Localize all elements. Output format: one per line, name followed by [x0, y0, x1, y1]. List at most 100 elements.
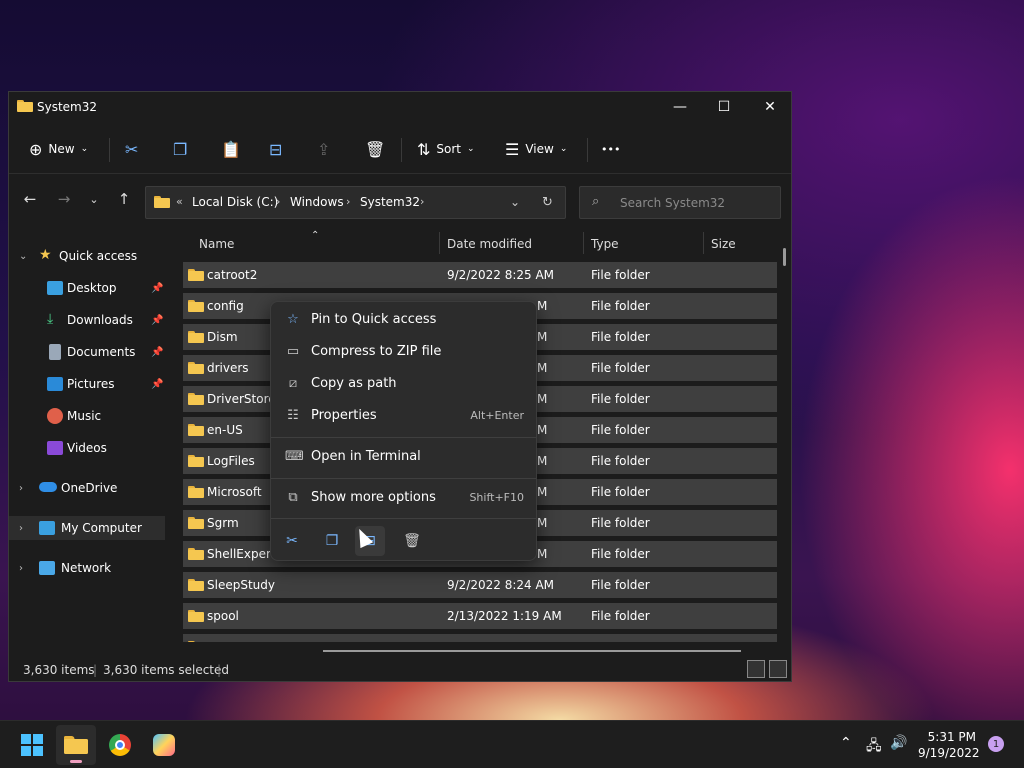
- sidebar-item-pictures[interactable]: Pictures 📌: [9, 372, 165, 396]
- network-status-icon[interactable]: 🖧: [866, 735, 882, 759]
- breadcrumb-separator[interactable]: ›: [420, 195, 424, 208]
- file-type: File folder: [591, 454, 650, 468]
- folder-icon: [17, 100, 33, 112]
- address-bar[interactable]: « Local Disk (C:) › Windows › System32 ›…: [145, 186, 566, 219]
- refresh-icon[interactable]: ↻: [542, 195, 553, 210]
- taskbar-file-explorer[interactable]: [56, 725, 96, 765]
- menu-delete-button[interactable]: 🗑: [397, 526, 427, 556]
- sidebar-item-music[interactable]: Music: [9, 404, 165, 428]
- sidebar-item-quick-access[interactable]: ⌄ ★ Quick access: [9, 244, 165, 268]
- share-button[interactable]: ⇪: [317, 134, 336, 164]
- title-bar[interactable]: System32 — ☐ ✕: [9, 92, 791, 124]
- file-date: M: [537, 392, 548, 406]
- taskbar-paint[interactable]: [144, 725, 184, 765]
- cut-button[interactable]: ✂: [125, 134, 144, 164]
- menu-item-show-more-options[interactable]: ⧉ Show more options Shift+F10: [275, 483, 534, 513]
- sidebar-item-onedrive[interactable]: › OneDrive: [9, 476, 165, 500]
- overflow-chevron[interactable]: «: [176, 195, 183, 208]
- pin-icon[interactable]: 📌: [151, 347, 163, 358]
- column-name[interactable]: Name: [199, 237, 234, 251]
- breadcrumb-system32[interactable]: System32: [360, 195, 420, 209]
- sort-button[interactable]: ⇅ Sort ⌄: [417, 134, 475, 164]
- folder-icon: [188, 331, 204, 343]
- breadcrumb-separator[interactable]: ›: [346, 195, 350, 208]
- address-dropdown-icon[interactable]: ⌄: [510, 195, 520, 209]
- breadcrumb-separator[interactable]: ›: [276, 195, 280, 208]
- sidebar-item-network[interactable]: › Network: [9, 556, 165, 580]
- up-button[interactable]: ↑: [111, 186, 137, 212]
- pin-icon[interactable]: 📌: [151, 283, 163, 294]
- copy-button[interactable]: ❐: [173, 134, 193, 164]
- breadcrumb-windows[interactable]: Windows: [290, 195, 344, 209]
- menu-item-pin-quick-access[interactable]: ☆ Pin to Quick access: [275, 305, 534, 335]
- pin-icon[interactable]: 📌: [151, 315, 163, 326]
- column-size[interactable]: Size: [711, 237, 736, 251]
- folder-icon: [188, 486, 204, 498]
- menu-divider: [271, 437, 536, 438]
- file-date: M: [537, 423, 548, 437]
- sidebar-item-label: Videos: [67, 441, 107, 455]
- notification-badge[interactable]: 1: [988, 736, 1004, 752]
- recent-locations-button[interactable]: ⌄: [81, 186, 107, 212]
- clock[interactable]: 5:31 PM 9/19/2022: [918, 729, 980, 761]
- computer-icon: [39, 521, 55, 535]
- column-type[interactable]: Type: [591, 237, 619, 251]
- more-options-button[interactable]: •••: [601, 134, 620, 164]
- rename-button[interactable]: ⊟: [269, 134, 288, 164]
- table-row[interactable]: spool 2/13/2022 1:19 AM File folder: [183, 603, 777, 629]
- menu-item-copy-as-path[interactable]: ⧄ Copy as path: [275, 369, 534, 399]
- maximize-button[interactable]: ☐: [701, 92, 747, 122]
- menu-item-label: Open in Terminal: [311, 449, 421, 464]
- column-divider[interactable]: [583, 232, 584, 254]
- menu-item-compress-zip[interactable]: ▭ Compress to ZIP file: [275, 337, 534, 367]
- pin-icon[interactable]: 📌: [151, 379, 163, 390]
- chevron-right-icon: ›: [19, 562, 23, 574]
- file-type: File folder: [591, 547, 650, 561]
- navigation-pane: ⌄ ★ Quick access Desktop 📌 ⤓ Downloads 📌…: [9, 228, 167, 648]
- volume-icon[interactable]: 🔊: [890, 735, 907, 751]
- tiles-view-button[interactable]: [769, 660, 787, 678]
- table-row[interactable]: SleepStudy 9/2/2022 8:24 AM File folder: [183, 572, 777, 598]
- menu-copy-button[interactable]: ❐: [317, 526, 347, 556]
- start-button[interactable]: [12, 725, 52, 765]
- new-button[interactable]: ⊕ New ⌄: [29, 134, 88, 164]
- forward-button[interactable]: →: [51, 186, 77, 212]
- sidebar-item-documents[interactable]: Documents 📌: [9, 340, 165, 364]
- chevron-up-icon[interactable]: ⌃: [840, 735, 852, 751]
- file-date: M: [537, 361, 548, 375]
- menu-item-open-terminal[interactable]: ⌨ Open in Terminal: [275, 442, 534, 472]
- properties-icon: ☷: [287, 408, 299, 423]
- menu-item-label: Pin to Quick access: [311, 312, 437, 327]
- column-divider[interactable]: [439, 232, 440, 254]
- search-box[interactable]: ⌕ Search System32: [579, 186, 781, 219]
- table-row[interactable]: catroot2 9/2/2022 8:25 AM File folder: [183, 262, 777, 288]
- menu-cut-button[interactable]: ✂: [277, 526, 307, 556]
- menu-item-properties[interactable]: ☷ Properties Alt+Enter: [275, 401, 534, 431]
- sidebar-item-videos[interactable]: Videos: [9, 436, 165, 460]
- sidebar-item-my-computer[interactable]: › My Computer: [9, 516, 165, 540]
- paste-button[interactable]: 📋: [221, 134, 247, 164]
- back-button[interactable]: ←: [17, 186, 43, 212]
- trash-icon: 🗑: [365, 139, 386, 159]
- minimize-button[interactable]: —: [657, 92, 703, 122]
- file-name: Sgrm: [207, 516, 239, 530]
- delete-button[interactable]: 🗑: [365, 134, 391, 164]
- taskbar-chrome[interactable]: [100, 725, 140, 765]
- sidebar-item-downloads[interactable]: ⤓ Downloads 📌: [9, 308, 165, 332]
- sidebar-item-desktop[interactable]: Desktop 📌: [9, 276, 165, 300]
- vertical-scrollbar-thumb[interactable]: [783, 248, 786, 266]
- view-button[interactable]: ☰ View ⌄: [505, 134, 567, 164]
- close-button[interactable]: ✕: [747, 92, 793, 122]
- menu-item-label: Show more options: [311, 490, 436, 505]
- windows-logo-icon: [21, 734, 43, 756]
- details-view-button[interactable]: [747, 660, 765, 678]
- file-name: drivers: [207, 361, 249, 375]
- folder-icon: [188, 517, 204, 529]
- breadcrumb-local-disk[interactable]: Local Disk (C:): [192, 195, 278, 209]
- column-divider[interactable]: [703, 232, 704, 254]
- chrome-icon: [109, 734, 131, 756]
- table-row[interactable]: [183, 634, 777, 642]
- search-icon: ⌕: [592, 194, 600, 209]
- horizontal-scrollbar-thumb[interactable]: [323, 650, 741, 652]
- column-date-modified[interactable]: Date modified: [447, 237, 532, 251]
